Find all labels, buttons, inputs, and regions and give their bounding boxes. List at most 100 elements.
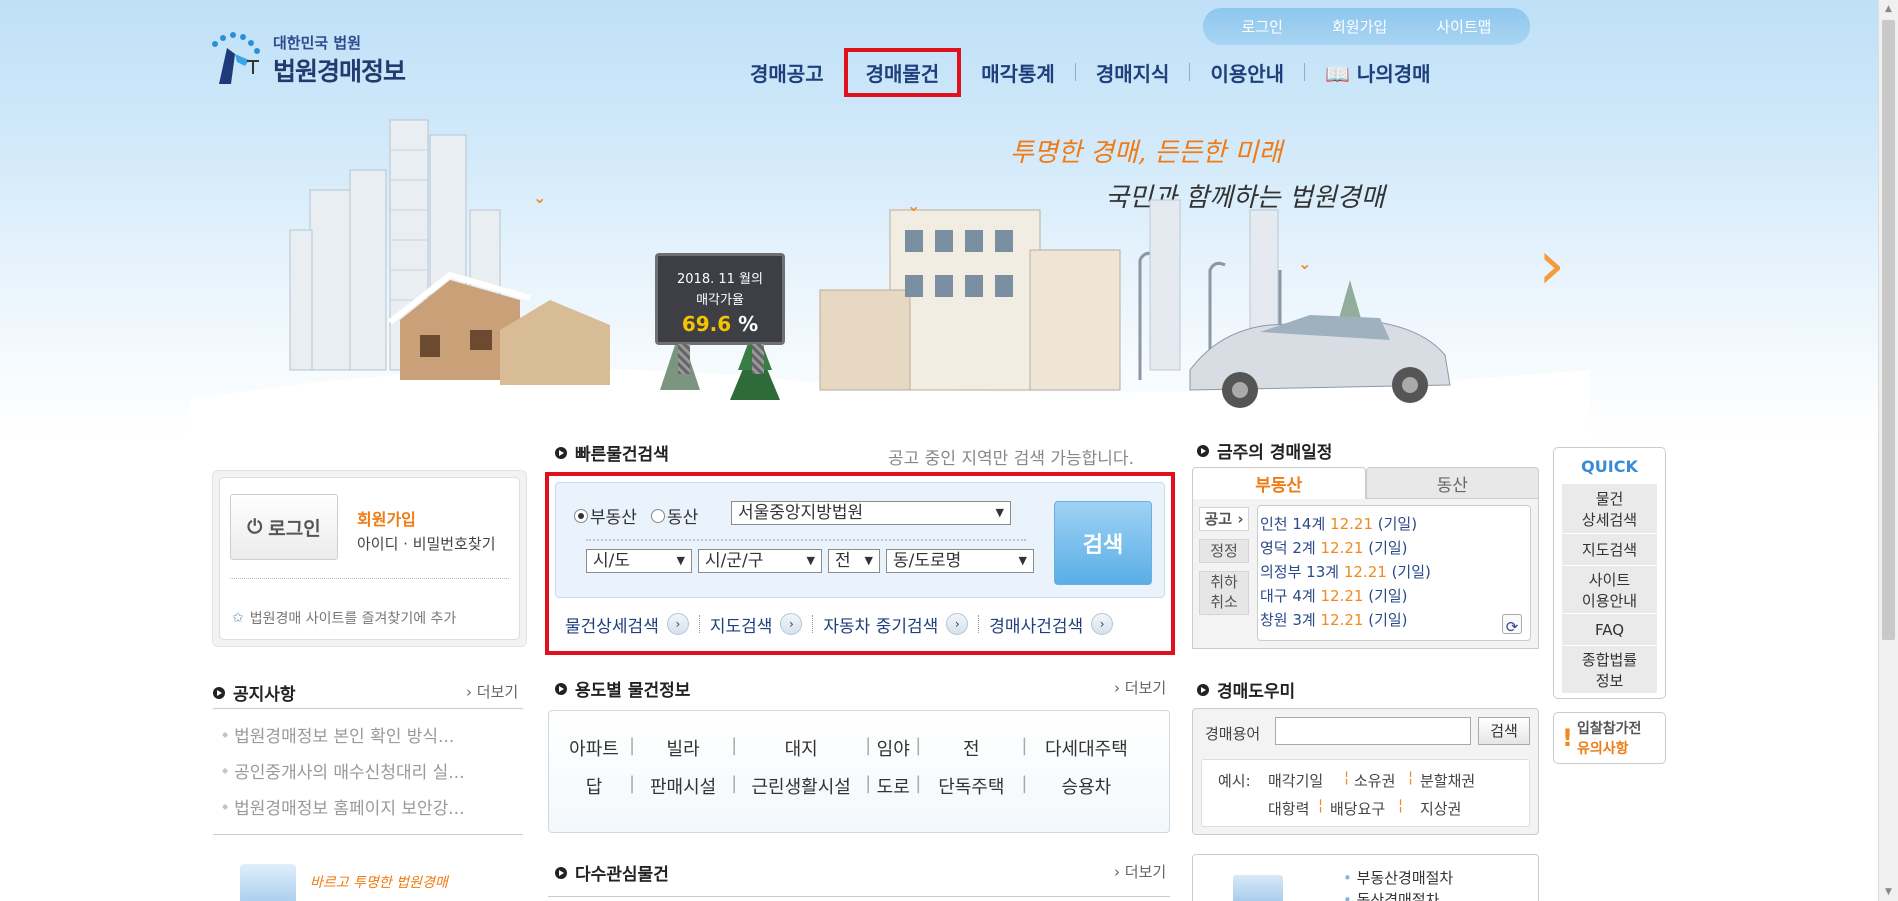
notice-more-link[interactable]: › 더보기 — [466, 681, 518, 702]
bullet-icon — [1197, 683, 1209, 696]
schedule-item[interactable]: 창원 3계 12.21 (기일) — [1260, 608, 1530, 632]
schedule-filter-notice[interactable]: 공고 › — [1199, 507, 1249, 531]
bullet-icon: • — [1343, 891, 1357, 901]
dropdown-arrow-icon: ▼ — [676, 554, 685, 567]
nav-auction-items[interactable]: 경매물건 — [843, 47, 962, 97]
notice-item[interactable]: 법원경매정보 홈페이지 보안강... — [222, 794, 464, 819]
nav-sale-statistics[interactable]: 매각통계 — [961, 58, 1075, 87]
court-select[interactable]: 서울중앙지방법원 ▼ — [731, 501, 1011, 525]
usage-passenger-car[interactable]: 승용차 — [1027, 773, 1145, 799]
notice-item[interactable]: 법원경매정보 본인 확인 방식... — [222, 722, 465, 747]
schedule-filter-withdrawn[interactable]: 취하 취소 — [1199, 571, 1249, 615]
term-search-button[interactable]: 검색 — [1478, 717, 1530, 745]
dong-select[interactable]: 동/도로명 ▼ — [886, 549, 1034, 573]
realestate-procedure-link[interactable]: • 부동산경매절차 — [1343, 867, 1453, 888]
usage-field[interactable]: 전 — [921, 735, 1021, 761]
notice-item[interactable]: 공인중개사의 매수신청대리 실... — [222, 758, 464, 783]
quick-faq[interactable]: FAQ — [1562, 614, 1657, 646]
usage-forest[interactable]: 임야 — [871, 735, 915, 761]
usage-road[interactable]: 도로 — [871, 773, 915, 799]
quick-legal-info[interactable]: 종합법률 정보 — [1562, 646, 1657, 694]
movable-procedure-link[interactable]: • 동산경매절차 — [1343, 889, 1439, 901]
schedule-title: 금주의 경매일정 — [1217, 443, 1333, 463]
vehicle-search-link[interactable]: 자동차 중기검색 › — [813, 612, 978, 637]
login-button[interactable]: ⏻ 로그인 — [230, 494, 338, 560]
scrollbar-thumb[interactable] — [1882, 20, 1895, 640]
login-panel-inner: ⏻ 로그인 회원가입 아이디 · 비밀번호찾기 ✩ 법원경매 사이트를 즐겨찾기… — [219, 477, 520, 640]
example-term[interactable]: 지상권 — [1420, 798, 1461, 819]
divider — [213, 834, 523, 835]
schedule-court: 인천 14계 — [1260, 515, 1326, 533]
quick-menu: QUICK 물건 상세검색 지도검색 사이트 이용안내 FAQ 종합법률 정보 — [1553, 447, 1666, 699]
bullet-icon — [213, 686, 225, 699]
popular-more-link[interactable]: › 더보기 — [1114, 861, 1166, 882]
example-term[interactable]: 배당요구 — [1330, 798, 1385, 819]
detail-search-link[interactable]: 물건상세검색 › — [555, 612, 699, 637]
billboard-label: 매각가율 — [696, 293, 744, 308]
tab-realestate[interactable]: 부동산 — [1192, 467, 1366, 499]
banner-next-arrow-icon[interactable]: › — [1538, 232, 1565, 300]
usage-villa[interactable]: 빌라 — [635, 735, 731, 761]
term-marker: ¦ — [1398, 796, 1404, 814]
join-link[interactable]: 회원가입 — [357, 506, 416, 530]
quick-site-guide[interactable]: 사이트 이용안내 — [1562, 566, 1657, 614]
bidding-caution-link[interactable]: ! 입찰참가전 유의사항 — [1553, 712, 1666, 764]
example-term[interactable]: 소유권 — [1354, 770, 1395, 791]
example-term[interactable]: 매각기일 — [1268, 770, 1323, 791]
divider — [213, 708, 523, 709]
schedule-item[interactable]: 영덕 2계 12.21 (기일) — [1260, 536, 1530, 560]
tab-movable[interactable]: 동산 — [1365, 467, 1539, 499]
util-login-link[interactable]: 로그인 — [1242, 16, 1283, 37]
case-search-link[interactable]: 경매사건검색 › — [979, 612, 1123, 637]
refresh-icon[interactable]: ⟳ — [1502, 614, 1522, 636]
usage-retail[interactable]: 판매시설 — [635, 773, 731, 799]
usage-paddy[interactable]: 답 — [559, 773, 629, 799]
arrow-right-icon: › — [666, 613, 689, 635]
example-term[interactable]: 분할채권 — [1420, 770, 1475, 791]
nav-my-auction[interactable]: 📖 나의경매 — [1305, 58, 1450, 87]
nav-auction-notice[interactable]: 경매공고 — [730, 58, 844, 87]
usage-neighborhood[interactable]: 근린생활시설 — [737, 773, 865, 799]
schedule-item[interactable]: 대구 4계 12.21 (기일) — [1260, 584, 1530, 608]
schedule-date: 12.21 — [1320, 611, 1364, 629]
radio-realestate[interactable]: 부동산 — [574, 503, 637, 528]
usage-land[interactable]: 대지 — [737, 735, 865, 761]
scroll-up-icon[interactable]: ▲ — [1879, 0, 1898, 18]
quick-detail-search[interactable]: 물건 상세검색 — [1562, 484, 1657, 534]
site-logo[interactable]: 대한민국 법원 법원경매정보 — [205, 28, 425, 88]
usage-more-link[interactable]: › 더보기 — [1114, 677, 1166, 698]
schedule-heading: 금주의 경매일정 — [1197, 438, 1332, 463]
schedule-item[interactable]: 인천 14계 12.21 (기일) — [1260, 512, 1530, 536]
sido-select[interactable]: 시/도 ▼ — [586, 549, 692, 573]
scroll-down-icon[interactable]: ▼ — [1879, 883, 1898, 901]
util-join-link[interactable]: 회원가입 — [1332, 16, 1387, 37]
nav-auction-knowledge[interactable]: 경매지식 — [1076, 58, 1190, 87]
notice-list: 법원경매정보 본인 확인 방식... 공인중개사의 매수신청대리 실... 법원… — [222, 722, 465, 830]
usage-multi-family[interactable]: 다세대주택 — [1027, 735, 1145, 761]
type-select-value: 전 — [835, 551, 851, 571]
example-term[interactable]: 대항력 — [1268, 798, 1309, 819]
find-id-password-link[interactable]: 아이디 · 비밀번호찾기 — [357, 533, 496, 554]
usage-detached-house[interactable]: 단독주택 — [921, 773, 1021, 799]
bidding-caution-line2: 유의사항 — [1576, 741, 1629, 757]
schedule-item[interactable]: 의정부 13계 12.21 (기일) — [1260, 560, 1530, 584]
add-favorite-link[interactable]: ✩ 법원경매 사이트를 즐겨찾기에 추가 — [232, 608, 456, 628]
usage-apartment[interactable]: 아파트 — [559, 735, 629, 761]
util-sitemap-link[interactable]: 사이트맵 — [1436, 16, 1491, 37]
map-search-link[interactable]: 지도검색 › — [700, 612, 813, 637]
nav-usage-guide[interactable]: 이용안내 — [1190, 58, 1304, 87]
sigungu-select[interactable]: 시/군/구 ▼ — [698, 549, 822, 573]
promo-monitor-icon — [240, 864, 296, 901]
quick-search-button[interactable]: 검색 — [1054, 501, 1152, 585]
quick-map-search[interactable]: 지도검색 — [1562, 534, 1657, 566]
type-select[interactable]: 전 ▼ — [828, 549, 880, 573]
usage-title: 용도별 물건정보 — [575, 681, 691, 701]
power-icon: ⏻ — [247, 516, 263, 538]
schedule-filter-correction[interactable]: 정정 — [1199, 539, 1249, 563]
court-select-value: 서울중앙지방법원 — [738, 503, 864, 523]
term-search-input[interactable] — [1275, 717, 1471, 745]
radio-movable[interactable]: 동산 — [651, 503, 698, 528]
quick-search-title: 빠른물건검색 — [575, 445, 669, 465]
page-scrollbar[interactable]: ▲ ▼ — [1878, 0, 1898, 901]
radio-unchecked-icon — [651, 508, 665, 523]
